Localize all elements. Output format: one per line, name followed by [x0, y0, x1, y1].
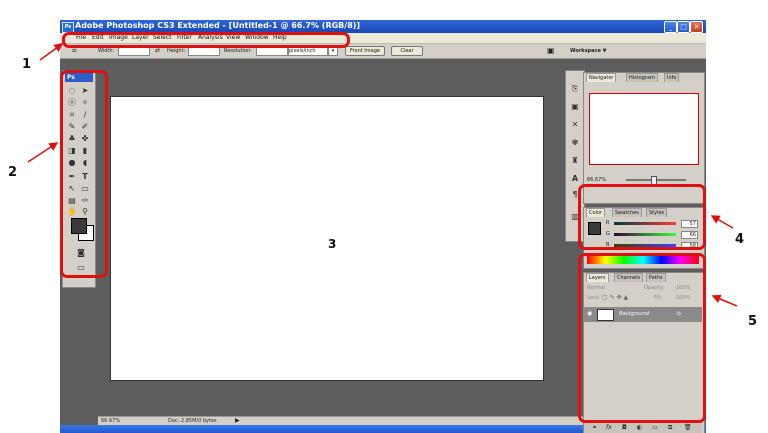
annotation-5: 5: [748, 314, 758, 329]
arrow-4: [710, 215, 734, 229]
foreground-color-swatch[interactable]: [71, 218, 87, 234]
arrow-5: [711, 294, 738, 307]
annotation-2: 2: [8, 165, 18, 180]
arrow-1: [39, 43, 64, 61]
annotation-arrows: [27, 43, 738, 307]
arrow-2: [27, 142, 59, 163]
annotation-4: 4: [735, 232, 745, 247]
annotation-1: 1: [22, 57, 32, 72]
